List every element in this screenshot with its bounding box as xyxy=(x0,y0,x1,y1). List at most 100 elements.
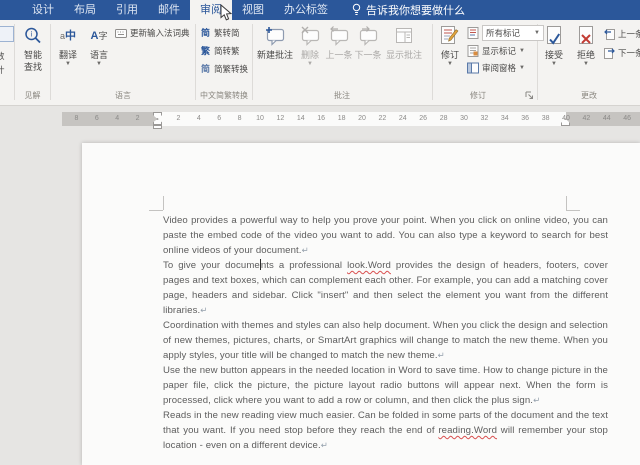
paragraph-mark: ↵ xyxy=(533,395,540,405)
accept-dropdown-arrow: ▼ xyxy=(551,62,557,67)
tab-办公标签[interactable]: 办公标签 xyxy=(274,0,338,20)
track-changes-icon xyxy=(439,24,461,48)
translate-button[interactable]: a中 翻译 ▼ xyxy=(54,24,82,67)
text-run: To give your docume xyxy=(163,260,260,271)
paragraph-mark: ↵ xyxy=(302,245,309,255)
ruler-number: 10 xyxy=(256,112,264,126)
ruler-number: 4 xyxy=(197,112,201,126)
translate-icon: a中 xyxy=(60,24,76,48)
spelling-icon-fragment[interactable] xyxy=(0,26,14,42)
accept-button[interactable]: 接受 ▼ xyxy=(541,24,567,67)
language-icon: A字 xyxy=(91,24,108,48)
paragraph[interactable]: Reads in the new reading view much easie… xyxy=(163,408,608,453)
simplified-traditional-convert-label: 简繁转换 xyxy=(214,62,248,76)
update-ime-dictionary-button[interactable]: 更新输入法词典 xyxy=(115,26,190,40)
group-label-comments: 批注 xyxy=(253,90,431,101)
group-comments: 新建批注 删除 ▼ xyxy=(253,20,431,104)
ruler-number: 16 xyxy=(317,112,325,126)
ruler-number: 44 xyxy=(603,112,611,126)
update-ime-dictionary-label: 更新输入法词典 xyxy=(130,26,190,40)
tab-引用[interactable]: 引用 xyxy=(106,0,148,20)
ruler-number: 20 xyxy=(358,112,366,126)
group-label-tracking: 修订 xyxy=(433,90,523,101)
paragraph[interactable]: Coordination with themes and styles can … xyxy=(163,318,608,363)
tab-视图[interactable]: 视图 xyxy=(232,0,274,20)
crop-mark-top-right-v xyxy=(566,196,567,210)
text-run: nts a professional xyxy=(261,260,347,271)
simplified-traditional-convert-button[interactable]: 简 简繁转换 xyxy=(200,62,248,76)
paragraph[interactable]: Use the new button appears in the needed… xyxy=(163,363,608,408)
previous-change-label: 上一条 xyxy=(618,27,640,41)
paragraph[interactable]: To give your documents a professional lo… xyxy=(163,258,608,318)
ruler-number: 40 xyxy=(562,112,570,126)
ruler-number: 28 xyxy=(440,112,448,126)
smart-lookup-button[interactable]: i 智能 查找 xyxy=(18,24,48,72)
previous-comment-label: 上一条 xyxy=(325,50,352,60)
translate-label: 翻译 xyxy=(59,50,77,60)
ribbon: 数 计 i 智能 查找 见解 xyxy=(0,20,640,106)
ruler-number: 6 xyxy=(95,112,99,126)
ruler-number: 8 xyxy=(74,112,78,126)
ruler-number: 14 xyxy=(297,112,305,126)
paragraph[interactable]: Video provides a powerful way to help yo… xyxy=(163,213,608,258)
next-comment-label: 下一条 xyxy=(354,50,381,60)
word-count-fragment-line2[interactable]: 计 xyxy=(0,64,5,76)
display-for-review-combo[interactable]: 所有标记 ▼ xyxy=(467,25,544,41)
accept-label: 接受 xyxy=(545,50,563,60)
crop-mark-top-left-v xyxy=(163,196,164,210)
group-changes: 接受 ▼ 拒绝 ▼ 上一条 xyxy=(538,20,640,104)
reject-button[interactable]: 拒绝 ▼ xyxy=(573,24,599,67)
tab-布局[interactable]: 布局 xyxy=(64,0,106,20)
language-label: 语言 xyxy=(90,50,108,60)
ruler-number: 32 xyxy=(480,112,488,126)
previous-change-button[interactable]: 上一条 xyxy=(604,27,640,41)
next-change-button[interactable]: 下一条 xyxy=(604,46,640,60)
track-changes-dropdown-arrow: ▼ xyxy=(447,62,453,67)
horizontal-ruler[interactable]: 8642246810121416182022242628303234363840… xyxy=(62,112,640,126)
new-comment-button[interactable]: 新建批注 xyxy=(256,24,294,60)
smart-lookup-label2: 查找 xyxy=(24,62,42,72)
tell-me-label: 告诉我你想要做什么 xyxy=(366,2,465,18)
ruler-number: 42 xyxy=(582,112,590,126)
crop-mark-top-left-h xyxy=(149,210,163,211)
delete-comment-button[interactable]: 删除 ▼ xyxy=(297,24,323,67)
ruler-number: 34 xyxy=(501,112,509,126)
left-indent-marker[interactable] xyxy=(153,125,162,129)
track-changes-label: 修订 xyxy=(441,50,459,60)
word-count-fragment-line1[interactable]: 数 xyxy=(0,50,5,62)
next-comment-button[interactable]: 下一条 xyxy=(354,24,382,60)
paragraph-mark: ↵ xyxy=(200,305,207,315)
lightbulb-icon xyxy=(352,3,361,17)
delete-comment-label: 删除 xyxy=(301,50,319,60)
show-markup-label: 显示标记 xyxy=(482,44,516,58)
show-markup-button[interactable]: 显示标记 ▼ xyxy=(467,44,525,58)
show-comments-button[interactable]: 显示批注 xyxy=(381,24,427,60)
reviewing-pane-button[interactable]: 审阅窗格 ▼ xyxy=(467,61,525,75)
accept-icon xyxy=(544,24,564,48)
ruler-number: 4 xyxy=(115,112,119,126)
language-button[interactable]: A字 语言 ▼ xyxy=(85,24,113,67)
tracking-dialog-launcher-icon[interactable] xyxy=(525,91,534,100)
ruler-number: 36 xyxy=(521,112,529,126)
word-window: 设计布局引用邮件审阅视图办公标签 告诉我你想要做什么 数 计 xyxy=(0,0,640,465)
tab-邮件[interactable]: 邮件 xyxy=(148,0,190,20)
tell-me-box[interactable]: 告诉我你想要做什么 xyxy=(352,0,465,20)
mouse-cursor xyxy=(220,4,233,22)
document-page[interactable]: Video provides a powerful way to help yo… xyxy=(82,143,640,465)
show-comments-icon xyxy=(394,24,414,48)
previous-comment-button[interactable]: 上一条 xyxy=(325,24,353,60)
traditional-to-simplified-button[interactable]: 简 繁转简 xyxy=(200,26,240,40)
show-comments-label: 显示批注 xyxy=(386,50,422,60)
smart-lookup-icon: i xyxy=(23,24,43,48)
tab-设计[interactable]: 设计 xyxy=(22,0,64,20)
simplified-to-traditional-icon: 繁 xyxy=(200,44,211,58)
simplified-to-traditional-button[interactable]: 繁 简转繁 xyxy=(200,44,240,58)
track-changes-button[interactable]: 修订 ▼ xyxy=(436,24,464,67)
text-run: Use the new button appears in the needed… xyxy=(163,365,608,406)
all-markup-select[interactable]: 所有标记 ▼ xyxy=(482,25,544,41)
paragraph-mark: ↵ xyxy=(321,440,328,450)
document-text[interactable]: Video provides a powerful way to help yo… xyxy=(163,213,608,453)
ribbon-tab-bar: 设计布局引用邮件审阅视图办公标签 告诉我你想要做什么 xyxy=(0,0,640,20)
svg-text:i: i xyxy=(31,31,33,39)
text-run: Coordination with themes and styles can … xyxy=(163,320,608,361)
